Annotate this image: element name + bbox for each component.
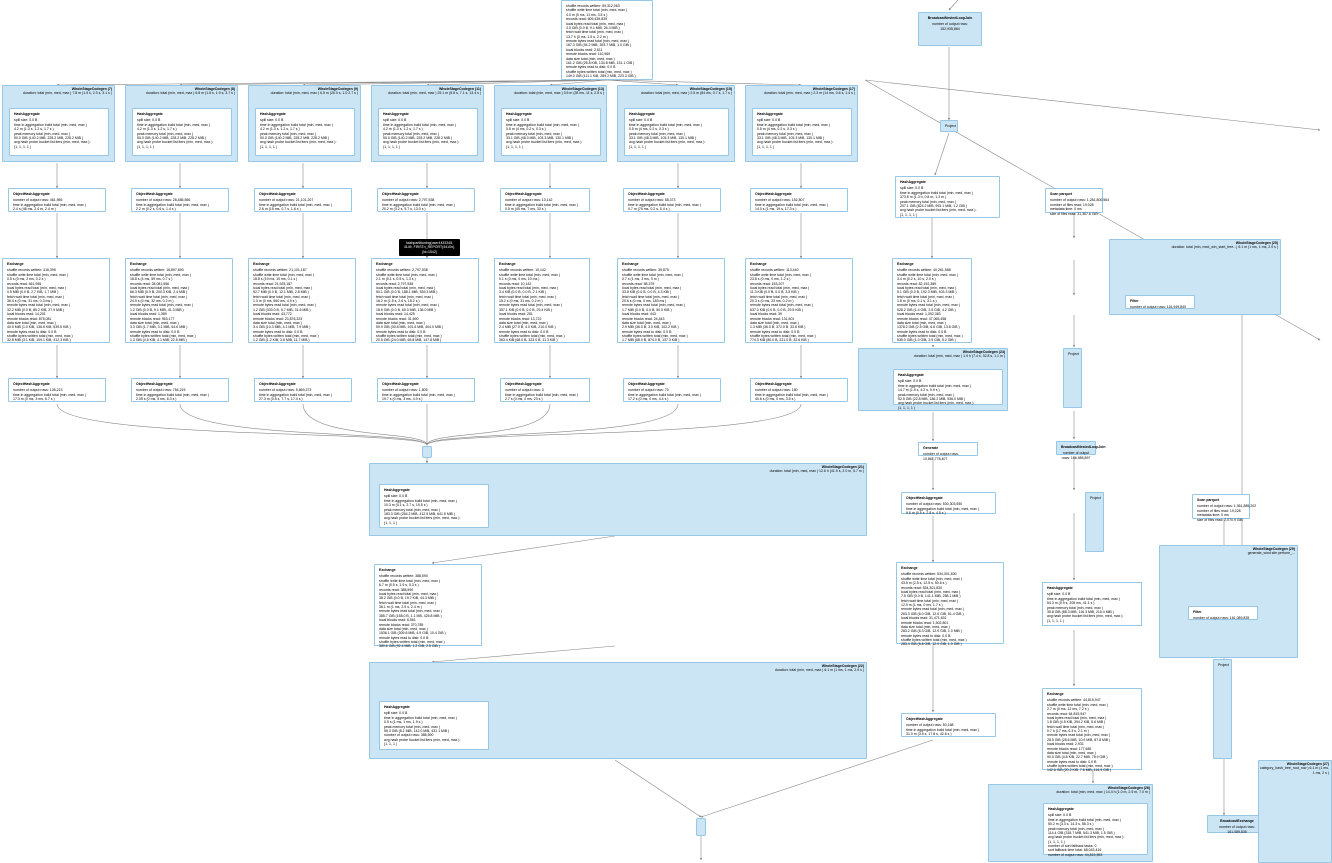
exch-d[interactable]: Exchangeshuffle records written: 2,797,5… xyxy=(371,258,479,343)
oha2-a[interactable]: ObjectHashAggregatenumber of output rows… xyxy=(8,378,106,402)
project-node[interactable]: Project xyxy=(940,120,958,132)
wsc-25[interactable]: WholeStageCodegen (25)duration: total (m… xyxy=(1109,239,1281,315)
wsc-29[interactable]: WholeStageCodegen (29)generate_wind site… xyxy=(1159,545,1298,658)
wsc-26[interactable]: WholeStageCodegen (26)duration: total (m… xyxy=(988,784,1153,862)
wsc-8[interactable]: WholeStageCodegen (8)duration: total (mi… xyxy=(125,85,238,162)
exch-f[interactable]: Exchangeshuffle records written: 36,875 … xyxy=(617,258,725,343)
wsc-11[interactable]: WholeStageCodegen (11)duration: total (m… xyxy=(371,85,484,162)
exch-e[interactable]: Exchangeshuffle records written: 10,142 … xyxy=(494,258,590,343)
project-right-1[interactable]: Project xyxy=(1213,659,1232,759)
wsc-9[interactable]: WholeStageCodegen (9)duration: total (mi… xyxy=(248,85,361,162)
oha-h2[interactable]: ObjectHashAggregatenumber of output rows… xyxy=(901,713,996,737)
scan-parquet-2[interactable]: Scan parquetnumber of output rows: 1,361… xyxy=(1192,494,1250,519)
wsc-27[interactable]: WholeStageCodegen (27)category_hash_tree… xyxy=(1258,760,1332,863)
tooltip: hashpartitioning(user4433345, 4149, FIRS… xyxy=(399,239,460,256)
broadcast-nested-loop-join[interactable]: BroadcastNestedLoopJoin number of output… xyxy=(918,12,982,46)
oha-f[interactable]: ObjectHashAggregatenumber of output rows… xyxy=(623,188,721,212)
oha-a[interactable]: ObjectHashAggregatenumber of output rows… xyxy=(8,188,106,212)
wsc-17[interactable]: WholeStageCodegen (17)duration: total (m… xyxy=(745,85,858,162)
wsc-13[interactable]: WholeStageCodegen (13)duration: total (m… xyxy=(494,85,607,162)
exch-h[interactable]: Exchangeshuffle records written: 40,261,… xyxy=(892,258,972,343)
oha2-d[interactable]: ObjectHashAggregatenumber of output rows… xyxy=(377,378,475,402)
exch-right[interactable]: Exchangeshuffle records written: 534,301… xyxy=(896,562,1004,644)
oha-c[interactable]: ObjectHashAggregatenumber of output rows… xyxy=(254,188,352,212)
wsc-21[interactable]: WholeStageCodegen (21)duration: total (m… xyxy=(369,463,867,536)
wsc-22[interactable]: WholeStageCodegen (22)duration: total (m… xyxy=(369,662,867,759)
oha-d[interactable]: ObjectHashAggregatenumber of output rows… xyxy=(377,188,475,212)
oha2-e[interactable]: ObjectHashAggregatenumber of output rows… xyxy=(500,378,590,402)
project-far-1[interactable]: Project xyxy=(1063,348,1082,408)
oha-g[interactable]: ObjectHashAggregatenumber of output rows… xyxy=(750,188,848,212)
oha-b[interactable]: ObjectHashAggregatenumber of output rows… xyxy=(131,188,229,212)
exch-far[interactable]: Exchangeshuffle records written: 44,815,… xyxy=(1042,688,1142,770)
exchange-detail-top: shuffle records written: 69,312,063 shuf… xyxy=(561,0,653,80)
join-dot xyxy=(422,446,432,458)
oha2-b[interactable]: ObjectHashAggregatenumber of output rows… xyxy=(131,378,229,402)
wsc-15[interactable]: WholeStageCodegen (15)duration: total (m… xyxy=(617,85,735,162)
ha-far[interactable]: HashAggregatespill size: 0.0 B time in a… xyxy=(1042,582,1142,626)
wsc-right-24[interactable]: WholeStageCodegen (24)duration: total (m… xyxy=(858,348,1008,411)
oha3[interactable]: ObjectHashAggregatenumber of output rows… xyxy=(901,492,996,514)
oha-e[interactable]: ObjectHashAggregatenumber of output rows… xyxy=(500,188,590,212)
join-dot-2 xyxy=(696,818,706,836)
exch-c[interactable]: Exchangeshuffle records written: 21,101,… xyxy=(248,258,356,343)
scan-parquet-1[interactable]: Scan parquetnumber of output rows: 1,281… xyxy=(1045,188,1103,213)
oha2-f[interactable]: ObjectHashAggregatenumber of output rows… xyxy=(623,378,721,402)
oha2-c[interactable]: ObjectHashAggregatenumber of output rows… xyxy=(254,378,352,402)
exch-b[interactable]: Exchangeshuffle records written: 16,897,… xyxy=(125,258,233,343)
hashagg-big[interactable]: HashAggregatespill size: 0.0 B time in a… xyxy=(895,176,1000,218)
project-far-2[interactable]: Project xyxy=(1085,492,1104,552)
oha2-g[interactable]: ObjectHashAggregatenumber of output rows… xyxy=(750,378,848,402)
exch-a[interactable]: Exchangeshuffle records written: 416,395… xyxy=(2,258,110,343)
generate[interactable]: Generatenumber of output rows: 10,861,77… xyxy=(918,442,978,456)
exch-big[interactable]: Exchangeshuffle records written: 388,590… xyxy=(374,564,482,646)
wsc-7[interactable]: WholeStageCodegen (7)duration: total (mi… xyxy=(2,85,115,162)
exch-g[interactable]: Exchangeshuffle records written: 113,440… xyxy=(745,258,853,343)
bnl-far[interactable]: BroadcastNestedLoopJoinnumber of output … xyxy=(1056,441,1096,455)
